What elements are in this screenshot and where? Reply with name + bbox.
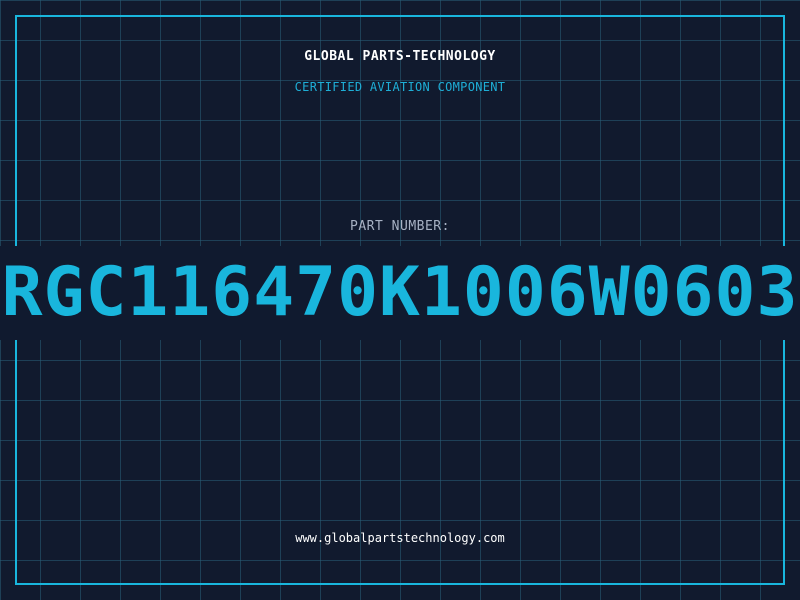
part-number-band: RGC116470K1006W0603 (0, 246, 800, 340)
company-name: GLOBAL PARTS-TECHNOLOGY (304, 49, 496, 64)
certification-subtitle: CERTIFIED AVIATION COMPONENT (294, 80, 506, 94)
website-url[interactable]: www.globalpartstechnology.com (0, 531, 800, 545)
part-number-label: PART NUMBER: (350, 219, 450, 234)
part-number-value: RGC116470K1006W0603 (1, 253, 799, 332)
part-card: { "header": { "company": "GLOBAL PARTS-T… (0, 0, 800, 600)
